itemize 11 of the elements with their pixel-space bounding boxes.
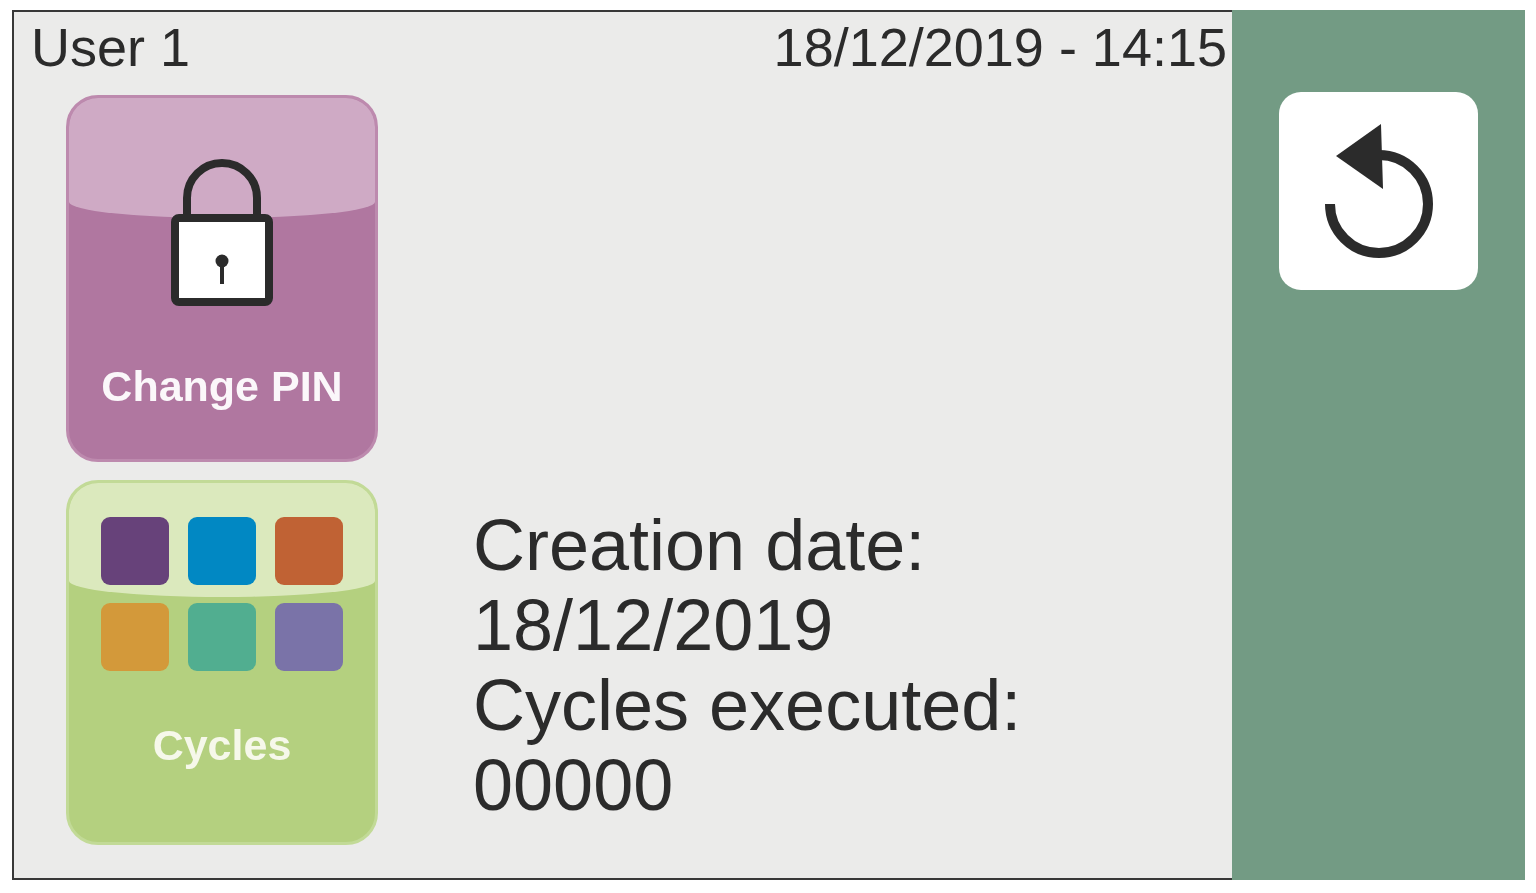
- back-button[interactable]: [1279, 92, 1478, 290]
- color-grid-icon: [101, 517, 343, 671]
- circular-arrow-icon: [1323, 123, 1434, 259]
- padlock-icon: [171, 158, 273, 306]
- info-value: 18/12/2019: [473, 585, 835, 665]
- info-label: Cycles executed:: [473, 665, 1022, 745]
- user-name: User 1: [31, 20, 191, 74]
- change-pin-tile[interactable]: Change PIN: [66, 95, 378, 462]
- info-value: 00000: [473, 745, 675, 825]
- date-time: 18/12/2019 - 14:15: [773, 20, 1227, 74]
- info-label: Creation date:: [473, 505, 927, 585]
